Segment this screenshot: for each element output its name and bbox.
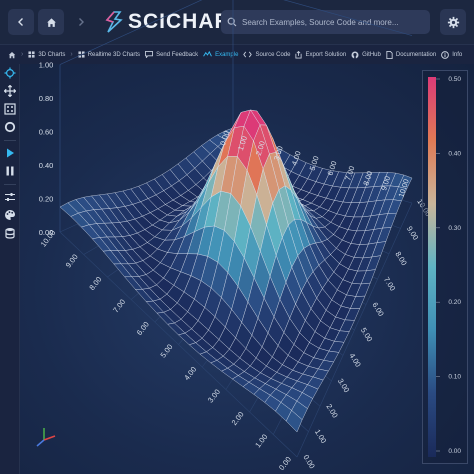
rotate-icon bbox=[4, 121, 16, 133]
breadcrumb-separator: › bbox=[21, 51, 24, 58]
rotate-tool[interactable] bbox=[3, 120, 17, 134]
app-window: SCICHART › 3D Charts › bbox=[0, 0, 474, 474]
github-link[interactable]: GitHub bbox=[351, 51, 381, 59]
code-icon bbox=[243, 51, 253, 58]
tab-source-code[interactable]: Source Code bbox=[243, 51, 290, 58]
source-code-label: Source Code bbox=[255, 51, 291, 58]
toolbar-divider bbox=[4, 140, 16, 141]
zoom-extents-icon bbox=[4, 103, 16, 115]
database-icon bbox=[5, 228, 15, 239]
surface-icon bbox=[203, 51, 212, 57]
chart-toolbar bbox=[0, 64, 20, 474]
breadcrumb-realtime-3d-charts[interactable]: Realtime 3D Charts bbox=[78, 51, 140, 58]
export-icon bbox=[295, 50, 303, 58]
feedback-icon bbox=[145, 51, 153, 58]
info-link[interactable]: Info bbox=[441, 50, 463, 59]
search-box[interactable] bbox=[221, 10, 430, 34]
settings-button[interactable] bbox=[440, 9, 466, 35]
toolbar-divider bbox=[4, 184, 16, 185]
grid-icon bbox=[28, 51, 35, 58]
forward-icon bbox=[79, 18, 84, 26]
settings-sliders-icon bbox=[5, 193, 15, 201]
colormap-legend-svg: 0.50 0.40 0.30 0.20 0.10 0.00 bbox=[428, 76, 461, 457]
home-button[interactable] bbox=[38, 9, 64, 35]
play-button[interactable] bbox=[3, 146, 17, 160]
crosshair-icon bbox=[4, 67, 16, 79]
breadcrumb: › 3D Charts › Realtime 3D Charts Send Fe… bbox=[0, 44, 474, 64]
export-solution-button[interactable]: Export Solution bbox=[295, 50, 347, 59]
colormap-legend: 0.50 0.40 0.30 0.20 0.10 0.00 bbox=[422, 70, 468, 464]
breadcrumb-3d-charts[interactable]: 3D Charts bbox=[28, 51, 65, 58]
header-bar: SCICHART bbox=[0, 0, 474, 44]
documentation-link[interactable]: Documentation bbox=[386, 50, 437, 59]
pause-button[interactable] bbox=[3, 164, 17, 178]
palette-tool[interactable] bbox=[3, 208, 17, 222]
tab-example[interactable]: Example bbox=[203, 51, 238, 58]
colormap-tick-label: 0.40 bbox=[448, 150, 461, 157]
pause-icon bbox=[6, 166, 14, 176]
database-tool[interactable] bbox=[3, 226, 17, 240]
settings-sliders-tool[interactable] bbox=[3, 190, 17, 204]
palette-icon bbox=[5, 210, 16, 220]
back-icon bbox=[18, 18, 23, 26]
scichart-logo-icon bbox=[105, 11, 123, 33]
home-icon bbox=[8, 51, 16, 58]
forward-button[interactable] bbox=[68, 9, 94, 35]
export-label: Export Solution bbox=[305, 51, 347, 58]
doc-icon bbox=[386, 50, 393, 59]
breadcrumb-home[interactable] bbox=[8, 51, 16, 59]
colormap-tick-label: 0.50 bbox=[448, 76, 461, 83]
github-label: GitHub bbox=[362, 51, 381, 58]
crosshair-tool[interactable] bbox=[3, 66, 17, 80]
pan-icon bbox=[4, 85, 16, 97]
example-label: Example bbox=[215, 51, 239, 58]
search-icon bbox=[227, 17, 237, 27]
play-icon bbox=[7, 148, 14, 158]
colormap-tick-label: 0.20 bbox=[448, 299, 461, 306]
zoom-extents-tool[interactable] bbox=[3, 102, 17, 116]
info-icon bbox=[441, 50, 450, 59]
info-label: Info bbox=[452, 51, 463, 58]
colormap-bar bbox=[428, 77, 436, 457]
breadcrumb-label: Realtime 3D Charts bbox=[87, 51, 141, 58]
colormap-tick-label: 0.10 bbox=[448, 374, 461, 381]
colormap-tick-label: 0.00 bbox=[448, 448, 461, 455]
search-input[interactable] bbox=[242, 17, 422, 27]
pan-tool[interactable] bbox=[3, 84, 17, 98]
colormap-tick-label: 0.30 bbox=[448, 225, 461, 232]
breadcrumb-label: 3D Charts bbox=[38, 51, 66, 58]
github-icon bbox=[351, 51, 359, 59]
send-feedback-link[interactable]: Send Feedback bbox=[145, 51, 198, 58]
back-button[interactable] bbox=[8, 9, 34, 35]
gear-icon bbox=[447, 16, 459, 28]
breadcrumb-separator: › bbox=[70, 51, 73, 58]
grid-icon bbox=[78, 51, 85, 58]
chart-area[interactable] bbox=[20, 64, 474, 474]
home-icon bbox=[46, 17, 56, 27]
documentation-label: Documentation bbox=[395, 51, 437, 58]
feedback-label: Send Feedback bbox=[156, 51, 199, 58]
